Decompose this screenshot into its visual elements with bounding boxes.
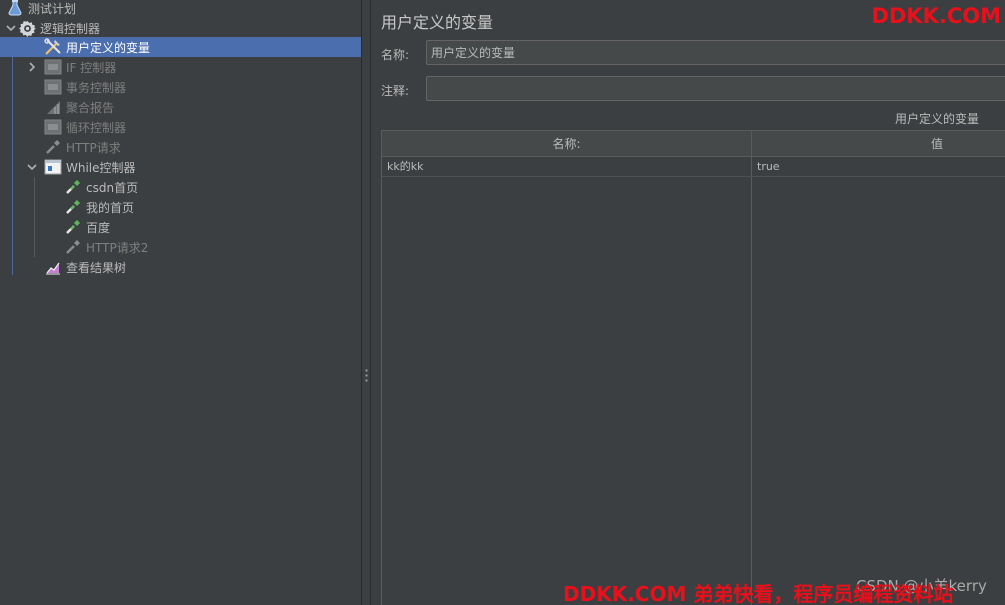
tree-item-http-request[interactable]: HTTP请求 xyxy=(0,137,362,157)
cell-name[interactable]: kk的kk xyxy=(382,157,751,177)
tree-item-label: 用户定义的变量 xyxy=(66,40,151,55)
controller-icon xyxy=(44,58,62,76)
name-field[interactable] xyxy=(426,40,1005,65)
tree-item-view-results-tree[interactable]: 查看结果树 xyxy=(0,257,362,277)
chevron-down-icon[interactable] xyxy=(25,160,39,174)
pipette-icon xyxy=(64,198,82,216)
drag-grip-icon xyxy=(365,368,368,382)
while-controller-icon xyxy=(44,158,62,176)
tree-item-label: 聚合报告 xyxy=(66,100,115,115)
tree-item-label: 逻辑控制器 xyxy=(40,21,101,36)
tree-item-logic-controller[interactable]: 逻辑控制器 xyxy=(0,18,362,38)
name-label: 名称: xyxy=(381,48,410,62)
pipette-icon xyxy=(44,138,62,156)
controller-icon xyxy=(44,78,62,96)
pipette-icon xyxy=(64,178,82,196)
chevron-right-icon[interactable] xyxy=(25,60,39,74)
comment-field[interactable] xyxy=(426,76,1005,101)
tree-item-label: csdn首页 xyxy=(86,180,139,195)
chevron-down-icon[interactable] xyxy=(4,21,18,35)
splitter-handle[interactable] xyxy=(361,0,371,605)
user-defined-variables-panel: 用户定义的变量 名称: 注释: 用户定义的变量 名称: 值 kk的kk true xyxy=(371,0,1005,605)
table-row[interactable]: kk的kk true xyxy=(382,157,1005,177)
variables-table[interactable]: 名称: 值 kk的kk true xyxy=(381,130,1005,605)
pipette-icon xyxy=(64,218,82,236)
tree-item-label: While控制器 xyxy=(66,160,136,175)
cell-value[interactable]: true xyxy=(752,157,1005,177)
test-plan-tree[interactable]: 测试计划 逻辑控制器 用户定义的变量 IF 控制器 事务控制器 聚合报告 循环控… xyxy=(0,0,362,605)
tree-item-label: 查看结果树 xyxy=(66,260,127,275)
tree-item-while-controller[interactable]: While控制器 xyxy=(0,157,362,177)
gear-icon xyxy=(18,19,36,37)
column-header-value[interactable]: 值 xyxy=(752,131,1005,157)
tree-item-test-plan[interactable]: 测试计划 xyxy=(0,0,362,18)
page-title: 用户定义的变量 xyxy=(381,13,494,32)
ddkk-watermark-top: DDKK.COM xyxy=(871,4,1001,28)
table-header: 名称: 值 xyxy=(382,131,1005,157)
tree-item-label: 我的首页 xyxy=(86,200,135,215)
tree-item-label: HTTP请求 xyxy=(66,140,121,155)
comment-label: 注释: xyxy=(381,84,410,98)
tree-item-label: 循环控制器 xyxy=(66,120,127,135)
tree-item-if-controller[interactable]: IF 控制器 xyxy=(0,57,362,77)
tree-item-user-defined-variables[interactable]: 用户定义的变量 xyxy=(0,37,362,57)
tree-item-my-home[interactable]: 我的首页 xyxy=(0,197,362,217)
tree-item-baidu[interactable]: 百度 xyxy=(0,217,362,237)
tree-item-http-request-2[interactable]: HTTP请求2 xyxy=(0,237,362,257)
controller-icon xyxy=(44,118,62,136)
bar-chart-icon xyxy=(44,98,62,116)
flask-icon xyxy=(6,0,24,17)
tree-item-label: 事务控制器 xyxy=(66,80,127,95)
pipette-icon xyxy=(64,238,82,256)
tree-item-transaction-controller[interactable]: 事务控制器 xyxy=(0,77,362,97)
tree-item-aggregate-report[interactable]: 聚合报告 xyxy=(0,97,362,117)
tree-item-label: 测试计划 xyxy=(28,1,77,16)
tree-item-label: HTTP请求2 xyxy=(86,240,149,255)
column-header-name[interactable]: 名称: xyxy=(382,131,751,157)
tree-item-label: IF 控制器 xyxy=(66,60,117,75)
tree-item-label: 百度 xyxy=(86,220,111,235)
tools-icon xyxy=(44,38,62,56)
tree-item-loop-controller[interactable]: 循环控制器 xyxy=(0,117,362,137)
table-caption: 用户定义的变量 xyxy=(894,112,979,126)
tree-item-csdn-home[interactable]: csdn首页 xyxy=(0,177,362,197)
ddkk-watermark-bottom: DDKK.COM 弟弟快看，程序员编程资料站 xyxy=(563,582,954,605)
column-divider[interactable] xyxy=(751,131,752,605)
result-tree-icon xyxy=(44,258,62,276)
